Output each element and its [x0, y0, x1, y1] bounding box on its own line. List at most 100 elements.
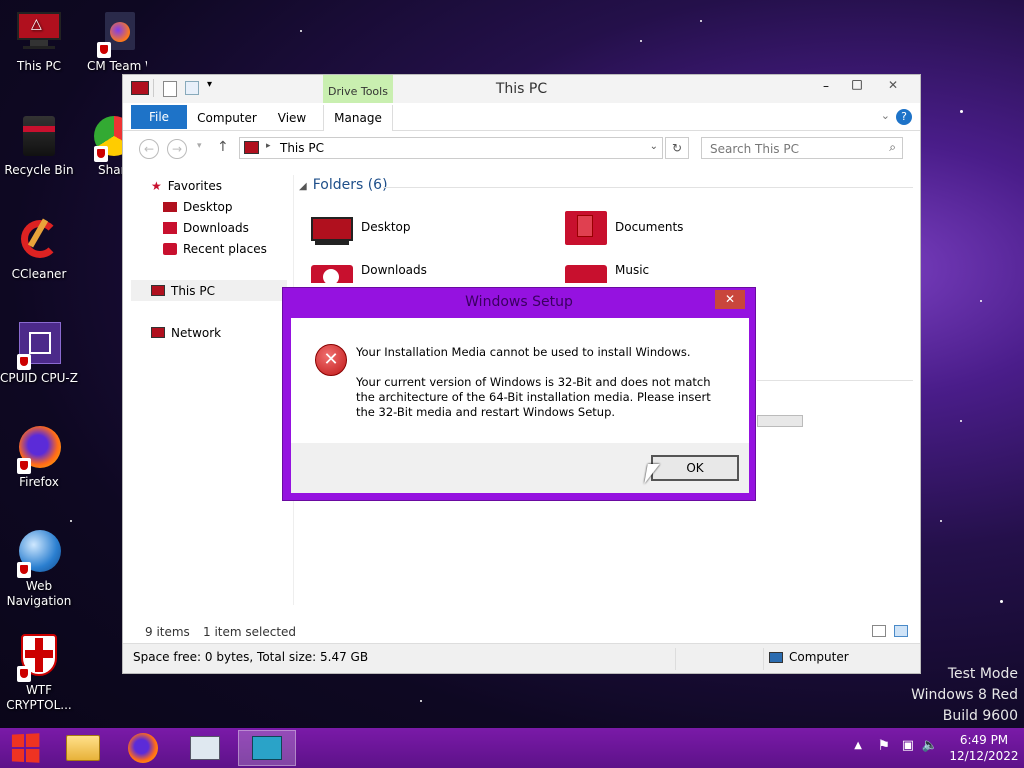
dialog-close-button[interactable]: ✕: [715, 290, 745, 309]
clock-time: 6:49 PM: [959, 733, 1009, 747]
taskbar-file-explorer[interactable]: [54, 730, 112, 766]
sidebar-item-label: Downloads: [183, 220, 249, 235]
tab-computer[interactable]: Computer: [193, 105, 261, 129]
desktop-icon: [163, 201, 177, 212]
show-hidden-icons-icon[interactable]: ▲: [854, 740, 862, 751]
dialog-titlebar[interactable]: Windows Setup ✕: [283, 288, 755, 316]
folders-section-header[interactable]: ◢ Folders (6): [299, 177, 388, 193]
close-icon[interactable]: ✕: [870, 75, 916, 95]
volume-muted-icon[interactable]: 🔈: [922, 738, 938, 753]
folder-label: Music: [615, 263, 650, 277]
sidebar-item-this-pc[interactable]: This PC: [131, 280, 287, 301]
details-bar: Space free: 0 bytes, Total size: 5.47 GB…: [123, 643, 920, 673]
desktop-icon-shar[interactable]: Shar: [78, 112, 122, 178]
tab-view[interactable]: View: [269, 105, 315, 129]
windows-setup-dialog: Windows Setup ✕ ✕ Your Installation Medi…: [282, 287, 756, 501]
dialog-title: Windows Setup: [465, 294, 573, 310]
music-folder-icon: [563, 263, 607, 283]
desktop-icon-recycle-bin[interactable]: Recycle Bin: [0, 112, 78, 178]
sidebar-item-downloads[interactable]: Downloads: [131, 217, 287, 238]
sidebar-item-label: This PC: [171, 283, 215, 298]
section-title: Folders (6): [312, 177, 388, 193]
folder-downloads[interactable]: Downloads: [309, 263, 427, 283]
desktop-icon-label: CM Team Webs: [87, 59, 147, 73]
windows-logo-icon: [11, 733, 40, 763]
address-dropdown-icon[interactable]: ⌄: [650, 141, 658, 152]
chrome-shortcut-icon: [92, 112, 122, 162]
breadcrumb[interactable]: This PC: [280, 141, 324, 155]
test-mode-watermark: Test Mode Windows 8 Red Build 9600: [911, 664, 1018, 727]
globe-icon: [15, 528, 63, 578]
refresh-icon[interactable]: ↻: [665, 137, 689, 159]
navigation-bar: ← → ▾ ↑ ▸ This PC ⌄ ↻ Search This PC ⌕: [123, 131, 920, 165]
status-bar: 9 items 1 item selected: [123, 625, 920, 643]
folder-documents[interactable]: Documents: [563, 207, 683, 247]
item-count: 9 items: [145, 625, 190, 639]
computer-icon: △: [15, 8, 63, 56]
network-icon: [151, 327, 165, 338]
folder-label: Documents: [615, 220, 684, 234]
file-explorer-icon: [66, 735, 100, 761]
clock-date: 12/12/2022: [949, 749, 1019, 763]
window-title: This PC: [495, 81, 548, 97]
network-icon[interactable]: ▣: [902, 738, 914, 753]
folder-desktop[interactable]: Desktop: [309, 207, 411, 247]
task-manager-icon: [190, 736, 220, 760]
explorer-titlebar[interactable]: ▾ Drive Tools This PC – □ ✕: [123, 75, 920, 103]
sidebar-item-network[interactable]: Network: [131, 322, 287, 343]
action-center-flag-icon[interactable]: ⚑: [877, 738, 890, 754]
taskbar-firefox[interactable]: [114, 730, 172, 766]
address-bar[interactable]: ▸ This PC ⌄: [239, 137, 663, 159]
downloads-icon: [163, 221, 177, 234]
ccleaner-icon: [15, 216, 63, 264]
watermark-line: Test Mode: [947, 666, 1018, 682]
tab-manage[interactable]: Manage: [323, 105, 393, 131]
dialog-footer: OK: [291, 443, 749, 493]
back-icon[interactable]: ←: [139, 139, 159, 159]
desktop-icon-label: Web Navigation: [6, 579, 72, 608]
desktop-icon-cpuz[interactable]: CPUID CPU-Z: [0, 320, 78, 386]
sidebar-item-recent-places[interactable]: Recent places: [131, 238, 287, 259]
sidebar-item-desktop[interactable]: Desktop: [131, 196, 287, 217]
minimize-icon[interactable]: –: [816, 79, 836, 93]
taskbar-task-manager[interactable]: [176, 730, 234, 766]
search-input[interactable]: Search This PC ⌕: [701, 137, 903, 159]
desktop-icon-label: CPUID CPU-Z: [0, 371, 78, 385]
clock[interactable]: 6:49 PM 12/12/2022: [946, 732, 1022, 764]
setup-icon: [252, 736, 282, 760]
start-button[interactable]: [0, 730, 50, 766]
desktop-icon-firefox[interactable]: Firefox: [0, 424, 78, 490]
computer-icon: [769, 652, 783, 663]
error-heading: Your Installation Media cannot be used t…: [356, 345, 691, 359]
desktop-icon-ccleaner[interactable]: CCleaner: [0, 216, 78, 282]
large-icons-view-icon[interactable]: [894, 625, 908, 637]
maximize-icon[interactable]: □: [846, 77, 868, 91]
ok-button[interactable]: OK: [651, 455, 739, 481]
folder-music[interactable]: Music: [563, 263, 649, 283]
tab-file[interactable]: File: [131, 105, 187, 129]
firefox-shortcut-icon: [93, 8, 141, 58]
error-icon: ✕: [315, 344, 347, 376]
help-icon[interactable]: ?: [896, 109, 912, 125]
expand-ribbon-icon[interactable]: ⌄: [881, 109, 890, 122]
taskbar-setup-active[interactable]: [238, 730, 296, 766]
location-label: Computer: [789, 650, 849, 664]
firefox-icon: [15, 424, 63, 474]
taskbar: ▲ ⚑ ▣ 🔈 6:49 PM 12/12/2022: [0, 728, 1024, 768]
desktop-icon-label: WTF CRYPTOL...: [6, 683, 72, 712]
documents-folder-icon: [563, 207, 607, 247]
up-icon[interactable]: ↑: [217, 139, 229, 155]
desktop-icon-web-navigation[interactable]: Web Navigation: [0, 528, 78, 609]
ribbon-tabs: File Computer View Manage ⌄ ?: [123, 103, 920, 131]
search-icon[interactable]: ⌕: [889, 140, 896, 155]
dialog-body: ✕ Your Installation Media cannot be used…: [291, 318, 749, 493]
desktop-icon-cm-team[interactable]: CM Team Webs: [78, 8, 156, 74]
sidebar-item-favorites[interactable]: ★ Favorites: [131, 175, 287, 196]
breadcrumb-separator-icon: ▸: [266, 141, 271, 151]
forward-icon[interactable]: →: [167, 139, 187, 159]
cpuz-icon: [15, 320, 63, 370]
desktop-icon-wtf-cryptol[interactable]: WTF CRYPTOL...: [0, 632, 78, 713]
recent-locations-icon[interactable]: ▾: [197, 141, 202, 151]
details-view-icon[interactable]: [872, 625, 886, 637]
desktop-icon-this-pc[interactable]: △ This PC: [0, 8, 78, 74]
